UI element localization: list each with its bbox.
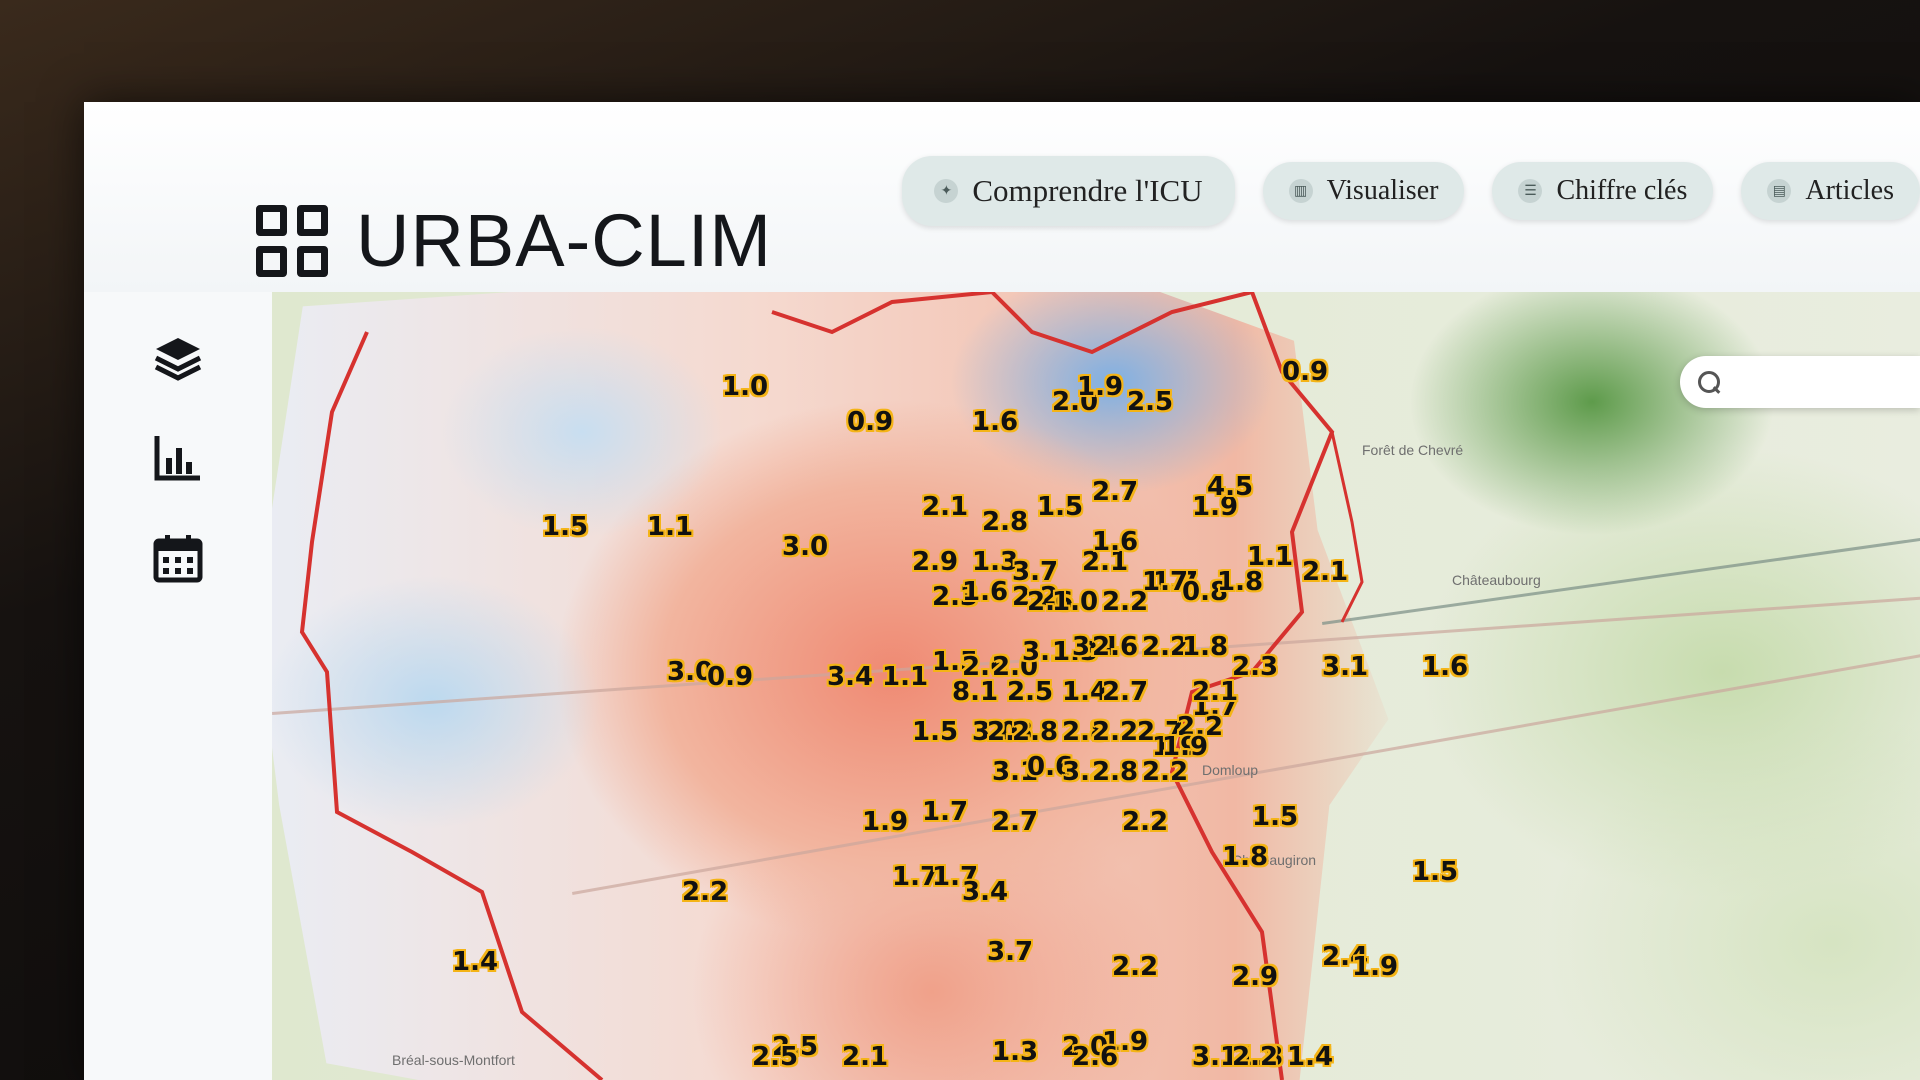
layers-icon [154, 338, 202, 381]
temperature-label[interactable]: 1.9 [1162, 732, 1208, 762]
town-label: Domloup [1202, 762, 1259, 778]
grid-logo-icon [256, 204, 328, 277]
temperature-label[interactable]: 2.8 [982, 507, 1028, 537]
temperature-label[interactable]: 2.8 [1012, 717, 1058, 747]
temperature-label[interactable]: 2.7 [992, 807, 1038, 837]
temperature-label[interactable]: 3.0 [782, 532, 828, 562]
temperature-label[interactable]: 0.9 [1282, 357, 1328, 387]
temperature-label[interactable]: 2.6 [1092, 632, 1138, 662]
nav-articles-label: Articles [1805, 175, 1894, 206]
nav-comprendre-label: Comprendre l'ICU [972, 173, 1203, 208]
temperature-label[interactable]: 1.0 [722, 372, 768, 402]
temperature-label[interactable]: 3.7 [987, 937, 1033, 967]
calendar-icon [153, 535, 203, 583]
sidebar-calendar-button[interactable] [84, 532, 272, 584]
temperature-label[interactable]: 1.6 [972, 407, 1018, 437]
nav-visualiser-label: Visualiser [1326, 175, 1439, 206]
temperature-label[interactable]: 1.6 [1422, 652, 1468, 682]
temperature-label[interactable]: 1.5 [1037, 492, 1083, 522]
temperature-label[interactable]: 2.9 [912, 547, 958, 577]
temperature-label[interactable]: 2.5 [752, 1042, 798, 1072]
temperature-label[interactable]: 1.5 [1412, 857, 1458, 887]
temperature-label[interactable]: 1.9 [1077, 372, 1123, 402]
search-icon [1698, 371, 1720, 393]
temperature-label[interactable]: 3.4 [827, 662, 873, 692]
temperature-label[interactable]: 2.7 [1102, 677, 1148, 707]
nav-articles-button[interactable]: ▤ Articles [1741, 162, 1920, 220]
temperature-label[interactable]: 1.5 [1252, 802, 1298, 832]
temperature-label[interactable]: 2.3 [1232, 652, 1278, 682]
temperature-label[interactable]: 2.1 [1302, 557, 1348, 587]
list-icon: ☰ [1518, 179, 1543, 203]
document-icon: ▤ [1767, 179, 1792, 203]
temperature-label[interactable]: 3.4 [962, 877, 1008, 907]
temperature-label[interactable]: 2.5 [1007, 677, 1053, 707]
temperature-label[interactable]: 1.8 [1217, 567, 1263, 597]
nav-visualiser-button[interactable]: ▥ Visualiser [1262, 162, 1465, 220]
map-icon: ▥ [1288, 179, 1313, 203]
map-search-input[interactable] [1680, 356, 1920, 408]
town-label: Bréal-sous-Montfort [392, 1052, 515, 1068]
nav-chiffres-label: Chiffre clés [1556, 175, 1688, 206]
sidebar-layers-button[interactable] [84, 332, 272, 384]
temperature-label[interactable]: 1.7 [922, 797, 968, 827]
temperature-label[interactable]: 1.4 [452, 947, 498, 977]
temperature-label[interactable]: 2.9 [1232, 962, 1278, 992]
temperature-label[interactable]: 2.1 [922, 492, 968, 522]
temperature-label[interactable]: 1.8 [1222, 842, 1268, 872]
lightbulb-icon: ✦ [934, 179, 959, 203]
temperature-label[interactable]: 1.1 [882, 662, 928, 692]
temperature-label[interactable]: 2.8 [1092, 757, 1138, 787]
temperature-label[interactable]: 1.9 [862, 807, 908, 837]
temperature-label[interactable]: 1.9 [1352, 952, 1398, 982]
screen: URBA-CLIM ✦ Comprendre l'ICU ▥ Visualise… [84, 102, 1920, 1080]
temperature-label[interactable]: 2.1 [842, 1042, 888, 1072]
temperature-label[interactable]: 0.9 [847, 407, 893, 437]
temperature-label[interactable]: 4.5 [1207, 472, 1253, 502]
nav-chiffres-button[interactable]: ☰ Chiffre clés [1492, 162, 1714, 220]
temperature-label[interactable]: 2.2 [682, 877, 728, 907]
app-title: URBA-CLIM [356, 199, 773, 282]
temperature-label[interactable]: 1.3 [992, 1037, 1038, 1067]
town-label: Châteaubourg [1452, 572, 1541, 588]
sidebar [84, 292, 273, 1080]
temperature-label[interactable]: 1.5 [542, 512, 588, 542]
temperature-label[interactable]: 1.1 [647, 512, 693, 542]
temperature-label[interactable]: 2.6 [1072, 1042, 1118, 1072]
temperature-label[interactable]: 1.4 [1287, 1042, 1333, 1072]
brand[interactable]: URBA-CLIM [256, 198, 772, 283]
temperature-label[interactable]: 1.8 [1182, 632, 1228, 662]
temperature-label[interactable]: 2.1 [1192, 677, 1238, 707]
nav-comprendre-button[interactable]: ✦ Comprendre l'ICU [902, 156, 1235, 226]
temperature-label[interactable]: 1.0 [1052, 587, 1098, 617]
temperature-label[interactable]: 8.1 [952, 677, 998, 707]
temperature-label[interactable]: 3.1 [1322, 652, 1368, 682]
temperature-label[interactable]: 2.2 [1232, 1042, 1278, 1072]
temperature-label[interactable]: 1.6 [962, 577, 1008, 607]
temperature-label[interactable]: 2.7 [1092, 477, 1138, 507]
temperature-label[interactable]: 2.5 [1127, 387, 1173, 417]
main-nav: ✦ Comprendre l'ICU ▥ Visualiser ☰ Chiffr… [902, 156, 1920, 226]
temperature-label[interactable]: 1.5 [912, 717, 958, 747]
app-header: URBA-CLIM ✦ Comprendre l'ICU ▥ Visualise… [84, 102, 1920, 292]
heat-island-map[interactable]: Bréal-sous-Montfort Domloup Châteaugiron… [272, 292, 1920, 1080]
sidebar-charts-button[interactable] [84, 432, 272, 484]
temperature-label[interactable]: 2.2 [1092, 717, 1138, 747]
temperature-label[interactable]: 1.6 [1092, 527, 1138, 557]
temperature-label[interactable]: 2.2 [1112, 952, 1158, 982]
temperature-label[interactable]: 2.2 [1122, 807, 1168, 837]
temperature-label[interactable]: 0.9 [707, 662, 753, 692]
town-label: Forêt de Chevré [1362, 442, 1464, 458]
bar-chart-icon [154, 436, 200, 481]
